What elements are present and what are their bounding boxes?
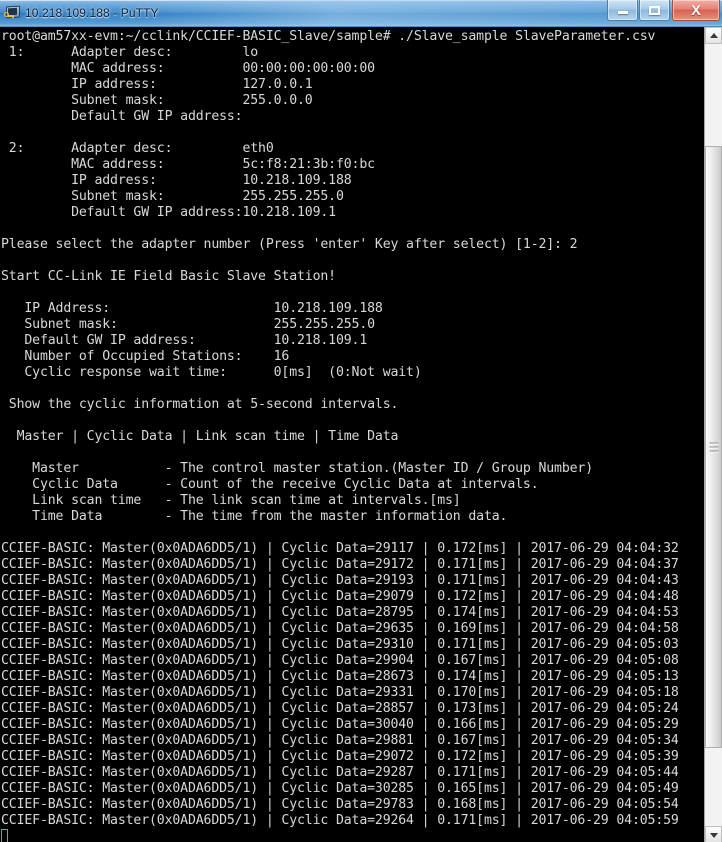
scroll-down-arrow-icon xyxy=(709,832,718,838)
title-bar[interactable]: 10.218.109.188 - PuTTY X xyxy=(0,0,722,27)
maximize-icon xyxy=(640,0,669,20)
terminal-text: root@am57xx-evm:~/cclink/CCIEF-BASIC_Sla… xyxy=(0,27,704,842)
terminal-cursor xyxy=(1,829,8,842)
maximize-button[interactable] xyxy=(639,0,670,21)
putty-icon xyxy=(4,5,20,21)
scroll-up-arrow-icon xyxy=(709,32,718,38)
scrollbar-track[interactable] xyxy=(705,44,722,826)
terminal-output: root@am57xx-evm:~/cclink/CCIEF-BASIC_Sla… xyxy=(1,29,679,828)
minimize-icon xyxy=(608,0,637,20)
putty-window: 10.218.109.188 - PuTTY X root@am57xx-evm… xyxy=(0,0,722,842)
minimize-button[interactable] xyxy=(607,0,638,21)
terminal-scrollbar[interactable] xyxy=(704,27,722,842)
terminal-area: root@am57xx-evm:~/cclink/CCIEF-BASIC_Sla… xyxy=(0,27,722,842)
scrollbar-grip-icon xyxy=(709,442,718,452)
scroll-down-button[interactable] xyxy=(705,826,722,842)
close-button[interactable]: X xyxy=(672,0,720,21)
scrollbar-thumb[interactable] xyxy=(705,145,722,748)
window-controls: X xyxy=(606,0,720,26)
window-title: 10.218.109.188 - PuTTY xyxy=(25,6,159,20)
close-icon: X xyxy=(691,2,701,18)
scroll-up-button[interactable] xyxy=(705,27,722,44)
terminal-screen[interactable]: root@am57xx-evm:~/cclink/CCIEF-BASIC_Sla… xyxy=(0,27,704,842)
